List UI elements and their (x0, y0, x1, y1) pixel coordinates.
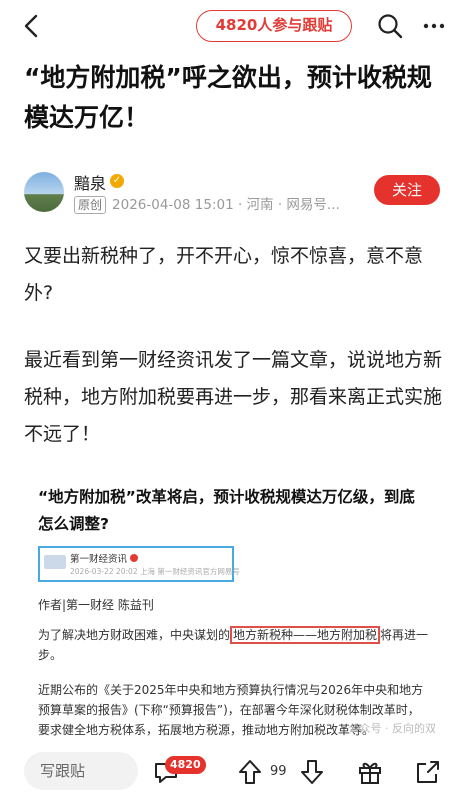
watermark: 公众号 · 反向的双 (348, 722, 437, 735)
author-avatar[interactable] (24, 172, 64, 212)
source-highlight-box: 第一财经资讯 2026-03-22 20:02 上海 第一财经资讯官方网易号 (38, 546, 240, 582)
author-name[interactable]: 黯泉 (74, 170, 106, 194)
original-badge: 原创 (74, 196, 107, 214)
upvote-icon[interactable] (236, 758, 264, 786)
bottom-bar: 写跟贴 4820 99 (0, 748, 465, 800)
paragraph-1: 又要出新税种了，开不开心，惊不惊喜，意不意外? (24, 245, 424, 304)
downvote-icon[interactable] (298, 758, 326, 786)
verified-icon: ✓ (110, 174, 124, 188)
participants-button[interactable]: 4820人参与跟贴 (196, 10, 352, 42)
search-icon[interactable] (376, 12, 404, 40)
source-meta: 2026-03-22 20:02 上海 第一财经资讯官方网易号 (70, 567, 240, 576)
paragraph-2: 最近看到第一财经资讯发了一篇文章，说说地方新税种，地方附加税要再进一步，那看来离… (24, 349, 443, 445)
comment-count-badge: 4820 (165, 756, 206, 774)
article-title: “地方附加税”呼之欲出，预计收税规模达万亿！ (24, 63, 432, 132)
write-comment-input[interactable]: 写跟贴 (24, 752, 138, 790)
share-icon[interactable] (414, 758, 442, 786)
back-arrow-icon[interactable] (18, 12, 46, 40)
embedded-article-image[interactable]: “地方附加税”改革将启，预计收税规模达万亿级，到底怎么调整? 第一财经资讯 20… (24, 468, 442, 746)
embed-paragraph-1: 为了解决地方财政困难，中央谋划的 地方新税种——地方附加税 将再进一步。 (38, 626, 429, 662)
embed-author-line: 作者|第一财经 陈益刊 (38, 598, 154, 612)
highlighted-phrase: 地方新税种——地方附加税 (230, 626, 381, 644)
gift-icon[interactable] (356, 758, 384, 786)
like-count: 99 (270, 764, 287, 779)
top-bar: 4820人参与跟贴 (0, 0, 465, 52)
article-meta: 原创 2026-04-08 15:01 · 河南 · 网易号... (74, 193, 340, 214)
follow-button[interactable]: 关注 (374, 175, 440, 205)
source-logo-icon (44, 555, 66, 569)
source-verified-icon (130, 554, 139, 562)
more-dots-icon[interactable] (420, 12, 448, 40)
source-name: 第一财经资讯 (70, 551, 139, 565)
embed-title: “地方附加税”改革将启，预计收税规模达万亿级，到底怎么调整? (38, 488, 415, 533)
publish-meta: 2026-04-08 15:01 · 河南 · 网易号... (112, 197, 340, 213)
